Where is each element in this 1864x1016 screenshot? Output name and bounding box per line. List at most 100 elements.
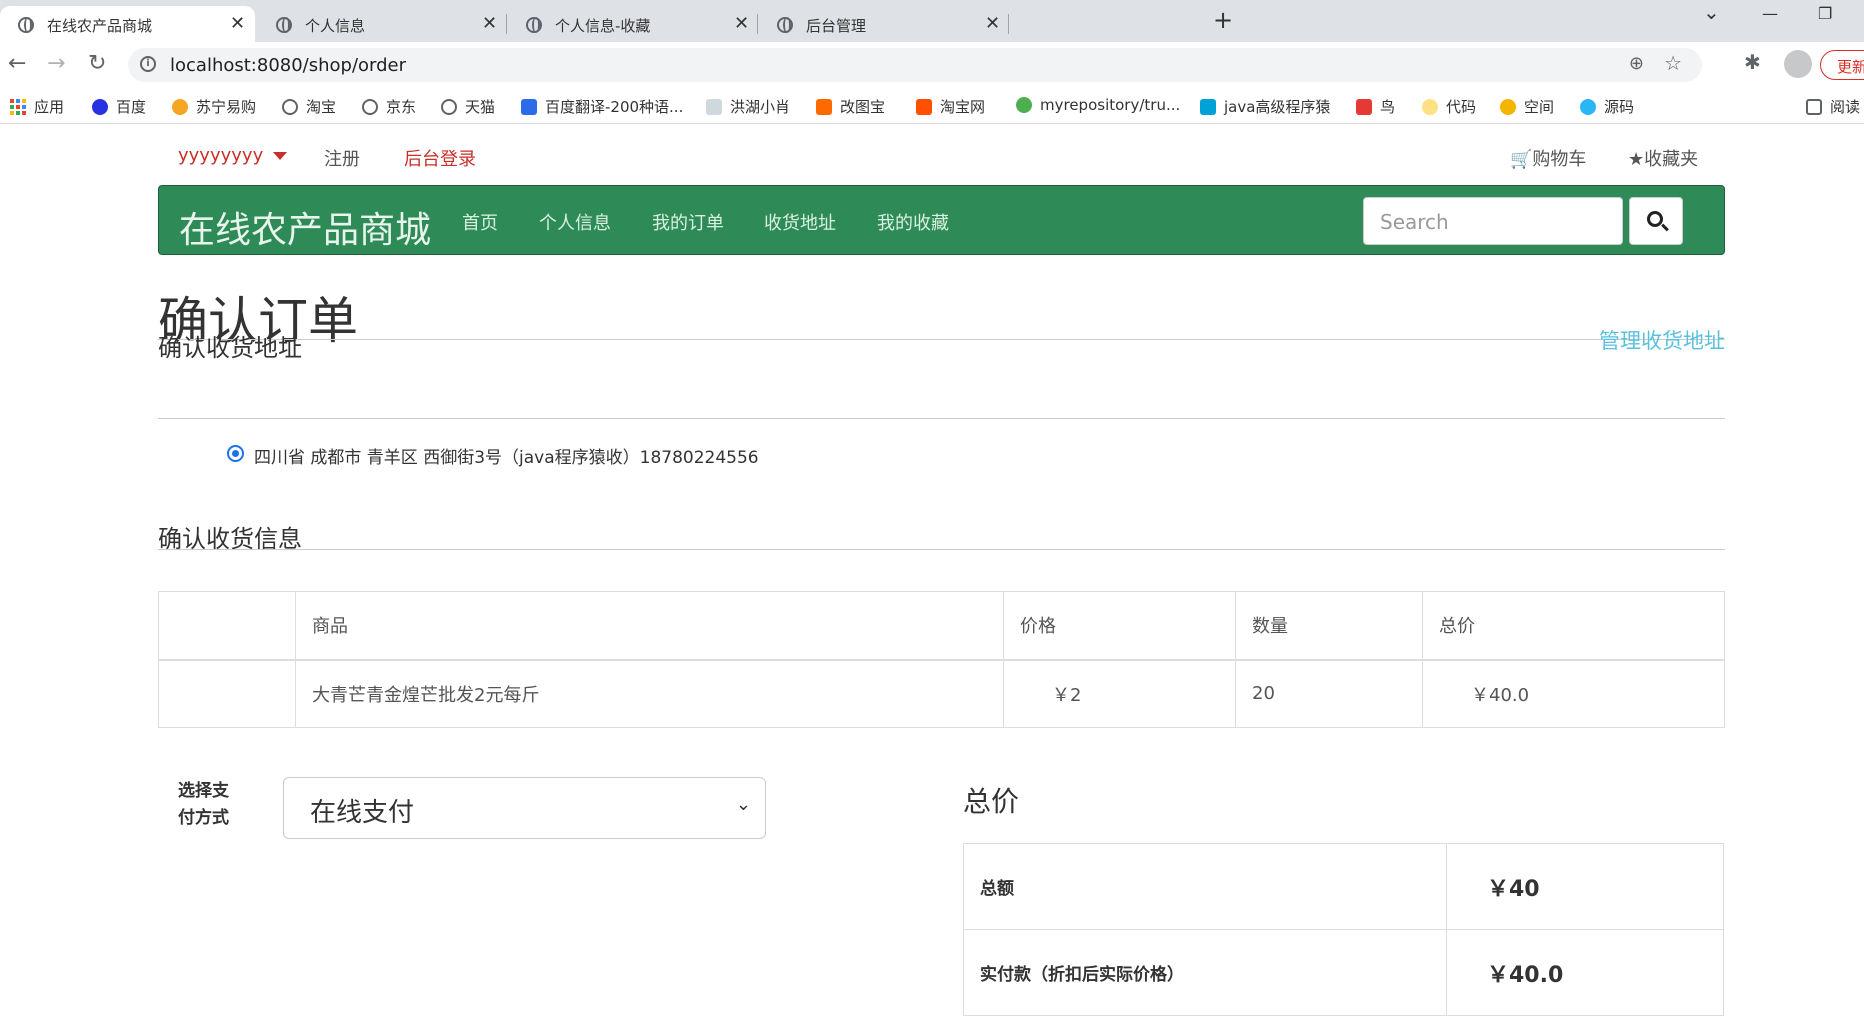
search-input[interactable]: Search (1363, 197, 1623, 245)
chrome-icon (1016, 97, 1032, 113)
bookmark-honghu[interactable]: 洪湖小肖 (706, 96, 790, 117)
bird-icon (706, 98, 722, 115)
globe-icon (441, 98, 457, 115)
product-quantity: 20 (1235, 659, 1423, 728)
close-icon[interactable]: ✕ (230, 13, 245, 34)
update-button[interactable]: 更新 (1820, 50, 1864, 80)
address-bar: ← → ↻ i localhost:8080/shop/order ⊕ ☆ ✱ … (0, 42, 1864, 88)
browser-tab-admin[interactable]: 后台管理 ✕ (759, 6, 1007, 42)
bookmark-code[interactable]: 代码 (1422, 96, 1476, 117)
bookmark-space[interactable]: 空间 (1500, 96, 1554, 117)
tab-search-icon[interactable]: ⌄ (1703, 0, 1720, 24)
forward-icon[interactable]: → (47, 51, 65, 76)
nav-orders[interactable]: 我的订单 (652, 209, 724, 235)
zoom-icon[interactable]: ⊕ (1629, 53, 1644, 74)
bookmark-label: java高级程序猿 (1224, 98, 1331, 116)
search-icon-handle (1661, 223, 1669, 232)
tab-title: 个人信息-收藏 (555, 17, 651, 35)
bookmark-bird[interactable]: 鸟 (1356, 96, 1395, 117)
bookmark-baidu[interactable]: 百度 (92, 96, 146, 117)
tab-separator (757, 14, 758, 34)
bookmark-label: 天猫 (465, 98, 496, 116)
globe-icon (276, 17, 292, 33)
apps-grid-icon (10, 98, 26, 115)
address-section-title: 确认收货地址 (158, 334, 302, 362)
payment-method-label: 选择支付方式 (178, 781, 229, 828)
bookmark-label: 百度翻译-200种语... (545, 98, 684, 116)
back-icon[interactable]: ← (8, 51, 26, 76)
profile-avatar-icon[interactable] (1784, 50, 1812, 78)
cart-link[interactable]: 🛒购物车 (1510, 145, 1586, 171)
table-header-row: 商品 价格 数量 总价 (158, 591, 1725, 661)
minimize-icon[interactable]: — (1762, 4, 1778, 23)
star-icon: ★ (1628, 149, 1645, 170)
actual-payment-value: ￥40.0 (1446, 929, 1724, 1016)
bookmark-apps[interactable]: 应用 (10, 96, 64, 117)
totals-table: 总额 ￥40 实付款（折扣后实际价格） ￥40.0 (963, 843, 1724, 1016)
favorites-link[interactable]: ★收藏夹 (1628, 145, 1698, 171)
column-header: 价格 (1003, 591, 1236, 661)
close-icon[interactable]: ✕ (734, 13, 749, 34)
nav-profile[interactable]: 个人信息 (539, 209, 611, 235)
bookmark-myrepository[interactable]: myrepository/tru... (1016, 96, 1180, 114)
extensions-icon[interactable]: ✱ (1744, 50, 1761, 74)
bookmark-tmall[interactable]: 天猫 (441, 96, 495, 117)
user-menu[interactable]: yyyyyyyy (178, 145, 288, 166)
bookmark-label: 鸟 (1380, 98, 1396, 116)
info-divider (158, 549, 1725, 550)
nav-addresses[interactable]: 收货地址 (764, 209, 836, 235)
bookmark-jd[interactable]: 京东 (362, 96, 416, 117)
reload-icon[interactable]: ↻ (88, 51, 106, 76)
close-icon[interactable]: ✕ (985, 13, 1000, 34)
globe-icon (18, 17, 34, 33)
chevron-down-icon: ⌄ (735, 794, 751, 815)
search-button[interactable] (1629, 197, 1683, 245)
nav-home[interactable]: 首页 (462, 209, 498, 235)
restore-icon[interactable]: ❐ (1818, 4, 1832, 23)
tab-title: 在线农产品商城 (47, 17, 153, 35)
bookmark-label: 改图宝 (840, 98, 886, 116)
bookmark-label: 应用 (34, 98, 65, 116)
address-radio[interactable] (227, 445, 244, 462)
totals-row: 总额 ￥40 (963, 843, 1724, 930)
product-price: ￥2 (1003, 659, 1236, 728)
gaitubao-icon (816, 98, 832, 115)
column-header: 商品 (295, 591, 1004, 661)
page-content: yyyyyyyy 注册 后台登录 🛒购物车 ★收藏夹 在线农产品商城 首页 个人… (0, 125, 1864, 1016)
register-link[interactable]: 注册 (324, 145, 360, 171)
bookmark-label: 代码 (1446, 98, 1477, 116)
admin-login-link[interactable]: 后台登录 (404, 145, 476, 171)
product-name[interactable]: 大青芒青金煌芒批发2元每斤 (295, 659, 1004, 728)
bookmark-star-icon[interactable]: ☆ (1664, 51, 1682, 75)
new-tab-icon[interactable]: + (1213, 6, 1233, 34)
code-icon (1422, 98, 1438, 115)
title-divider (158, 339, 1725, 340)
bookmark-label: myrepository/tru... (1040, 96, 1181, 114)
column-header: 数量 (1235, 591, 1423, 661)
bookmark-java[interactable]: java高级程序猿 (1200, 96, 1330, 117)
info-icon[interactable]: i (140, 56, 156, 72)
browser-tab-profile[interactable]: 个人信息 ✕ (258, 6, 506, 42)
bookmark-label: 阅读 (1830, 98, 1861, 116)
payment-method-select[interactable]: 在线支付 ⌄ (283, 777, 766, 839)
url-field[interactable]: i localhost:8080/shop/order ⊕ ☆ (128, 48, 1702, 82)
browser-tab-favorites[interactable]: 个人信息-收藏 ✕ (508, 6, 756, 42)
totals-row: 实付款（折扣后实际价格） ￥40.0 (963, 929, 1724, 1016)
bookmark-reading-list[interactable]: 阅读 (1806, 96, 1860, 117)
bookmark-taobao[interactable]: 淘宝 (282, 96, 336, 117)
bookmark-source[interactable]: 源码 (1580, 96, 1634, 117)
bookmark-baidu-translate[interactable]: 百度翻译-200种语... (521, 96, 683, 117)
nav-favorites[interactable]: 我的收藏 (877, 209, 949, 235)
bookmark-taobao-net[interactable]: 淘宝网 (916, 96, 985, 117)
product-image-cell (158, 659, 296, 728)
manage-address-link[interactable]: 管理收货地址 (1599, 325, 1725, 355)
bookmark-gaitubao[interactable]: 改图宝 (816, 96, 885, 117)
payment-selected-value: 在线支付 (310, 798, 415, 828)
bookmark-suning[interactable]: 苏宁易购 (172, 96, 256, 117)
order-items-table: 商品 价格 数量 总价 大青芒青金煌芒批发2元每斤 ￥2 20 ￥40.0 (158, 591, 1725, 728)
brand-title[interactable]: 在线农产品商城 (179, 201, 431, 253)
column-header: 总价 (1422, 591, 1725, 661)
close-icon[interactable]: ✕ (482, 13, 497, 34)
browser-tab-shop[interactable]: 在线农产品商城 ✕ (0, 6, 255, 42)
main-navbar: 在线农产品商城 首页 个人信息 我的订单 收货地址 我的收藏 Search (158, 185, 1725, 255)
